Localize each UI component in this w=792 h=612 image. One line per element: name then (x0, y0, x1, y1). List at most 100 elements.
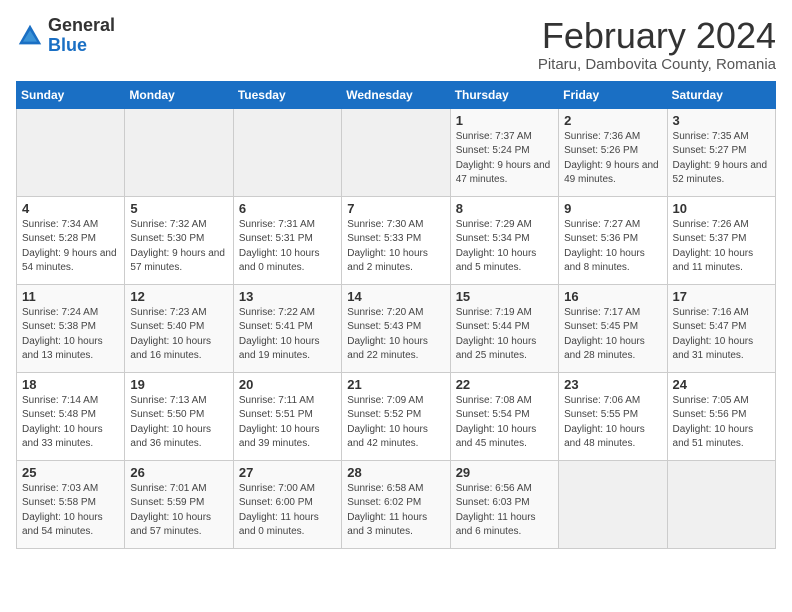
calendar-cell: 9 Sunrise: 7:27 AM Sunset: 5:36 PM Daylig… (559, 196, 667, 284)
calendar-cell: 15 Sunrise: 7:19 AM Sunset: 5:44 PM Dayli… (450, 284, 558, 372)
calendar-cell: 2 Sunrise: 7:36 AM Sunset: 5:26 PM Daylig… (559, 108, 667, 196)
day-info: Sunrise: 7:06 AM Sunset: 5:55 PM Dayligh… (564, 394, 661, 452)
calendar-subtitle: Pitaru, Dambovita County, Romania (538, 56, 776, 73)
calendar-cell: 3 Sunrise: 7:35 AM Sunset: 5:27 PM Daylig… (667, 108, 775, 196)
day-info: Sunrise: 6:58 AM Sunset: 6:02 PM Dayligh… (347, 482, 444, 540)
weekday-header-thursday: Thursday (450, 81, 558, 108)
day-number: 15 (456, 289, 553, 304)
day-number: 10 (673, 201, 770, 216)
calendar-cell: 27 Sunrise: 7:00 AM Sunset: 6:00 PM Dayli… (233, 460, 341, 548)
day-info: Sunrise: 7:26 AM Sunset: 5:37 PM Dayligh… (673, 218, 770, 276)
calendar-cell: 20Sunrise: 7:11 AM Sunset: 5:51 PM Dayli… (233, 372, 341, 460)
weekday-header-wednesday: Wednesday (342, 81, 450, 108)
calendar-cell: 14Sunrise: 7:20 AM Sunset: 5:43 PM Dayli… (342, 284, 450, 372)
calendar-table: SundayMondayTuesdayWednesdayThursdayFrid… (16, 81, 776, 549)
day-number: 1 (456, 113, 553, 128)
calendar-week-row: 25 Sunrise: 7:03 AM Sunset: 5:58 PM Dayli… (17, 460, 776, 548)
logo: General Blue (16, 16, 115, 56)
calendar-cell: 12Sunrise: 7:23 AM Sunset: 5:40 PM Dayli… (125, 284, 233, 372)
calendar-week-row: 11 Sunrise: 7:24 AM Sunset: 5:38 PM Dayli… (17, 284, 776, 372)
calendar-cell: 17 Sunrise: 7:16 AM Sunset: 5:47 PM Dayli… (667, 284, 775, 372)
calendar-cell: 1 Sunrise: 7:37 AM Sunset: 5:24 PM Daylig… (450, 108, 558, 196)
day-number: 24 (673, 377, 770, 392)
calendar-cell (17, 108, 125, 196)
day-info: Sunrise: 7:00 AM Sunset: 6:00 PM Dayligh… (239, 482, 336, 540)
day-info: Sunrise: 7:37 AM Sunset: 5:24 PM Dayligh… (456, 130, 553, 188)
weekday-header-friday: Friday (559, 81, 667, 108)
day-info: Sunrise: 7:05 AM Sunset: 5:56 PM Dayligh… (673, 394, 770, 452)
day-number: 29 (456, 465, 553, 480)
day-info: Sunrise: 7:24 AM Sunset: 5:38 PM Dayligh… (22, 306, 119, 364)
day-info: Sunrise: 7:27 AM Sunset: 5:36 PM Dayligh… (564, 218, 661, 276)
calendar-cell: 16 Sunrise: 7:17 AM Sunset: 5:45 PM Dayli… (559, 284, 667, 372)
day-info: Sunrise: 7:36 AM Sunset: 5:26 PM Dayligh… (564, 130, 661, 188)
day-info: Sunrise: 7:23 AM Sunset: 5:40 PM Dayligh… (130, 306, 227, 364)
calendar-cell: 22 Sunrise: 7:08 AM Sunset: 5:54 PM Dayli… (450, 372, 558, 460)
calendar-cell (233, 108, 341, 196)
weekday-header-row: SundayMondayTuesdayWednesdayThursdayFrid… (17, 81, 776, 108)
calendar-cell: 28 Sunrise: 6:58 AM Sunset: 6:02 PM Dayli… (342, 460, 450, 548)
calendar-cell: 24 Sunrise: 7:05 AM Sunset: 5:56 PM Dayli… (667, 372, 775, 460)
day-number: 19 (130, 377, 227, 392)
page-header: General Blue February 2024 Pitaru, Dambo… (16, 16, 776, 73)
calendar-cell: 10 Sunrise: 7:26 AM Sunset: 5:37 PM Dayli… (667, 196, 775, 284)
day-number: 22 (456, 377, 553, 392)
calendar-cell: 26Sunrise: 7:01 AM Sunset: 5:59 PM Dayli… (125, 460, 233, 548)
day-info: Sunrise: 7:17 AM Sunset: 5:45 PM Dayligh… (564, 306, 661, 364)
day-number: 23 (564, 377, 661, 392)
day-number: 6 (239, 201, 336, 216)
calendar-cell: 21 Sunrise: 7:09 AM Sunset: 5:52 PM Dayli… (342, 372, 450, 460)
calendar-cell (125, 108, 233, 196)
title-block: February 2024 Pitaru, Dambovita County, … (538, 16, 776, 73)
day-number: 7 (347, 201, 444, 216)
weekday-header-monday: Monday (125, 81, 233, 108)
calendar-cell: 4 Sunrise: 7:34 AM Sunset: 5:28 PM Daylig… (17, 196, 125, 284)
day-info: Sunrise: 7:16 AM Sunset: 5:47 PM Dayligh… (673, 306, 770, 364)
calendar-title: February 2024 (538, 16, 776, 56)
day-info: Sunrise: 7:03 AM Sunset: 5:58 PM Dayligh… (22, 482, 119, 540)
calendar-cell: 6 Sunrise: 7:31 AM Sunset: 5:31 PM Daylig… (233, 196, 341, 284)
calendar-body: 1 Sunrise: 7:37 AM Sunset: 5:24 PM Daylig… (17, 108, 776, 548)
calendar-cell: 19 Sunrise: 7:13 AM Sunset: 5:50 PM Dayli… (125, 372, 233, 460)
calendar-cell: 25 Sunrise: 7:03 AM Sunset: 5:58 PM Dayli… (17, 460, 125, 548)
day-number: 21 (347, 377, 444, 392)
day-number: 13 (239, 289, 336, 304)
day-info: Sunrise: 7:30 AM Sunset: 5:33 PM Dayligh… (347, 218, 444, 276)
logo-general: General (48, 16, 115, 36)
weekday-header-tuesday: Tuesday (233, 81, 341, 108)
day-number: 25 (22, 465, 119, 480)
day-number: 17 (673, 289, 770, 304)
day-info: Sunrise: 7:09 AM Sunset: 5:52 PM Dayligh… (347, 394, 444, 452)
day-number: 11 (22, 289, 119, 304)
weekday-header-saturday: Saturday (667, 81, 775, 108)
logo-blue: Blue (48, 36, 115, 56)
calendar-cell: 7 Sunrise: 7:30 AM Sunset: 5:33 PM Daylig… (342, 196, 450, 284)
day-info: Sunrise: 7:13 AM Sunset: 5:50 PM Dayligh… (130, 394, 227, 452)
day-info: Sunrise: 7:34 AM Sunset: 5:28 PM Dayligh… (22, 218, 119, 276)
day-number: 27 (239, 465, 336, 480)
calendar-week-row: 4 Sunrise: 7:34 AM Sunset: 5:28 PM Daylig… (17, 196, 776, 284)
day-number: 3 (673, 113, 770, 128)
calendar-cell: 5Sunrise: 7:32 AM Sunset: 5:30 PM Daylig… (125, 196, 233, 284)
day-number: 16 (564, 289, 661, 304)
day-info: Sunrise: 7:01 AM Sunset: 5:59 PM Dayligh… (130, 482, 227, 540)
day-info: Sunrise: 7:14 AM Sunset: 5:48 PM Dayligh… (22, 394, 119, 452)
day-number: 28 (347, 465, 444, 480)
calendar-cell (342, 108, 450, 196)
calendar-cell: 23 Sunrise: 7:06 AM Sunset: 5:55 PM Dayli… (559, 372, 667, 460)
weekday-header-sunday: Sunday (17, 81, 125, 108)
day-number: 2 (564, 113, 661, 128)
calendar-week-row: 18Sunrise: 7:14 AM Sunset: 5:48 PM Dayli… (17, 372, 776, 460)
calendar-cell (667, 460, 775, 548)
day-info: Sunrise: 7:35 AM Sunset: 5:27 PM Dayligh… (673, 130, 770, 188)
day-info: Sunrise: 7:29 AM Sunset: 5:34 PM Dayligh… (456, 218, 553, 276)
calendar-cell: 8 Sunrise: 7:29 AM Sunset: 5:34 PM Daylig… (450, 196, 558, 284)
day-number: 14 (347, 289, 444, 304)
day-info: Sunrise: 7:08 AM Sunset: 5:54 PM Dayligh… (456, 394, 553, 452)
day-info: Sunrise: 7:31 AM Sunset: 5:31 PM Dayligh… (239, 218, 336, 276)
day-number: 4 (22, 201, 119, 216)
day-info: Sunrise: 6:56 AM Sunset: 6:03 PM Dayligh… (456, 482, 553, 540)
day-info: Sunrise: 7:19 AM Sunset: 5:44 PM Dayligh… (456, 306, 553, 364)
day-number: 8 (456, 201, 553, 216)
day-number: 9 (564, 201, 661, 216)
